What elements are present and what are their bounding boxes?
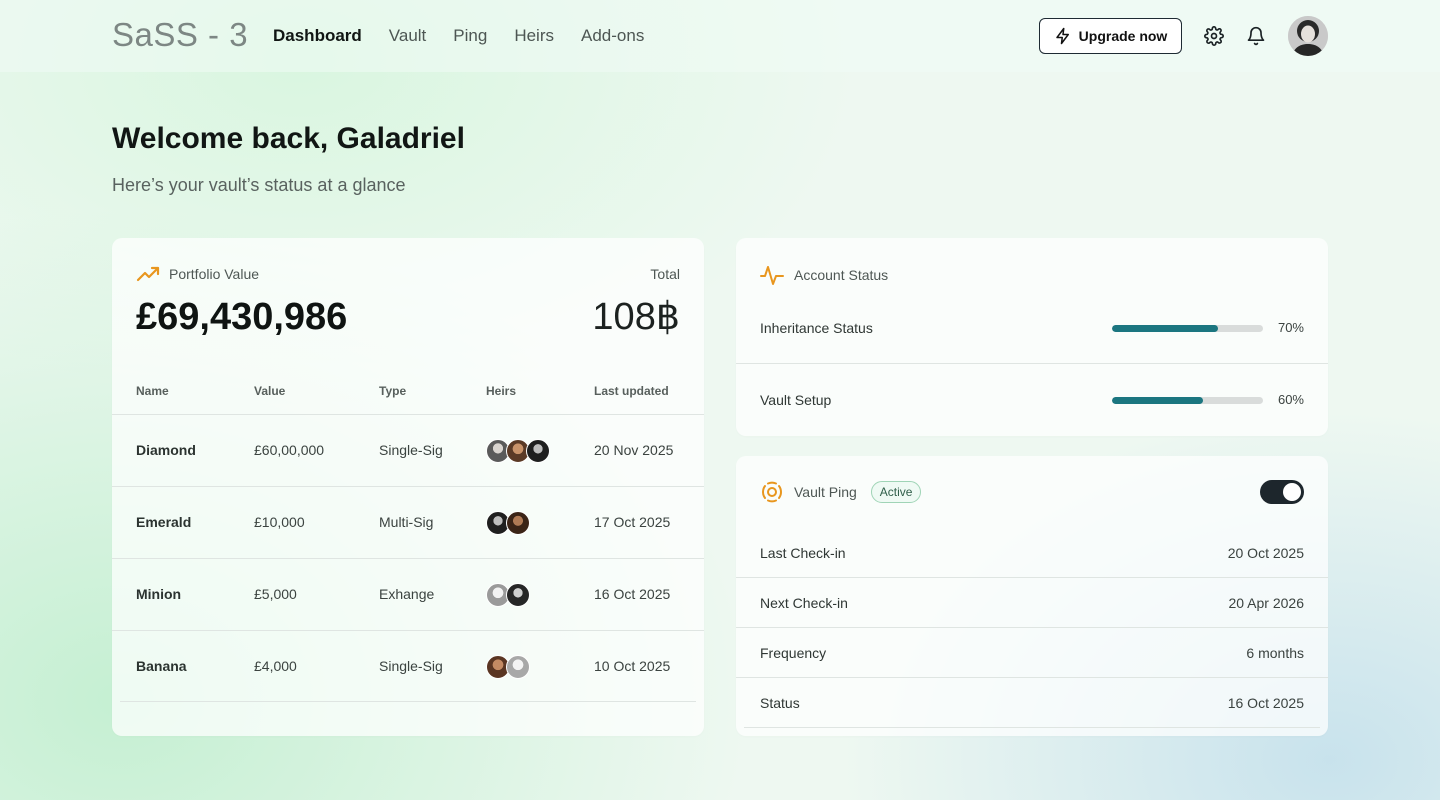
column-header-heirs[interactable]: Heirs [486, 384, 516, 398]
table-header: Name Value Type Heirs Last updated [112, 376, 704, 414]
row-type: Single-Sig [379, 442, 443, 458]
nav-item-ping[interactable]: Ping [453, 26, 487, 46]
vault-setup-percent: 60% [1277, 392, 1304, 407]
upgrade-now-button[interactable]: Upgrade now [1039, 18, 1182, 54]
row-last-updated: 17 Oct 2025 [594, 514, 671, 530]
table-bottom-divider [120, 701, 696, 702]
row-type: Multi-Sig [379, 514, 434, 530]
upgrade-now-label: Upgrade now [1078, 28, 1168, 44]
nav-item-vault[interactable]: Vault [389, 26, 427, 46]
row-value: £5,000 [254, 586, 297, 602]
app-logo[interactable]: SaSS - 3 [112, 16, 248, 54]
row-name: Diamond [136, 442, 196, 458]
inheritance-status-progress [1112, 325, 1263, 332]
user-avatar[interactable] [1288, 16, 1328, 56]
ping-row-key: Status [760, 695, 800, 711]
vault-ping-toggle[interactable] [1260, 480, 1304, 504]
ping-row-key: Frequency [760, 645, 827, 661]
inheritance-status-progress-fill [1112, 325, 1218, 332]
inheritance-status-label: Inheritance Status [760, 320, 873, 336]
notifications-button[interactable] [1244, 24, 1268, 48]
ping-row-status: Status 16 Oct 2025 [736, 678, 1328, 728]
ping-row-next-check-in: Next Check-in 20 Apr 2026 [736, 578, 1328, 628]
inheritance-status-percent: 70% [1277, 320, 1304, 335]
page-title: Welcome back, Galadriel [112, 122, 465, 155]
table-row[interactable]: Emerald £10,000 Multi-Sig 17 Oct 2025 [112, 486, 704, 558]
portfolio-value-amount: £69,430,986 [136, 296, 348, 338]
row-value: £10,000 [254, 514, 305, 530]
ping-row-key: Last Check-in [760, 545, 846, 561]
row-name: Banana [136, 658, 187, 674]
ping-row-last-check-in: Last Check-in 20 Oct 2025 [736, 528, 1328, 578]
portfolio-card: Portfolio Value £69,430,986 Total 108฿ N… [112, 238, 704, 736]
user-avatar-image [1288, 16, 1328, 56]
ping-row-key: Next Check-in [760, 595, 848, 611]
heir-avatar [506, 583, 530, 607]
lightning-icon [1055, 27, 1069, 45]
total-value: 108฿ [592, 296, 680, 338]
account-status-label: Account Status [794, 267, 889, 283]
heir-avatar [506, 655, 530, 679]
heir-avatar [506, 511, 530, 535]
main-nav: Dashboard Vault Ping Heirs Add-ons [273, 26, 644, 46]
column-header-last-updated[interactable]: Last updated [594, 384, 669, 398]
row-last-updated: 20 Nov 2025 [594, 442, 674, 458]
divider [736, 363, 1328, 364]
vault-ping-header: Vault Ping Active [760, 480, 922, 504]
ping-row-value: 16 Oct 2025 [1227, 695, 1304, 711]
account-status-header: Account Status [760, 264, 888, 286]
nav-item-heirs[interactable]: Heirs [514, 26, 554, 46]
vault-ping-card: Vault Ping Active Last Check-in 20 Oct 2… [736, 456, 1328, 736]
portfolio-value-label: Portfolio Value [169, 266, 260, 282]
column-header-value[interactable]: Value [254, 384, 285, 398]
vault-setup-progress [1112, 397, 1263, 404]
vault-ping-label: Vault Ping [794, 484, 857, 500]
row-last-updated: 16 Oct 2025 [594, 586, 671, 602]
nav-item-add-ons[interactable]: Add-ons [581, 26, 644, 46]
heirs-avatars[interactable] [486, 439, 550, 463]
row-name: Minion [136, 586, 182, 602]
row-last-updated: 10 Oct 2025 [594, 658, 671, 674]
vault-setup-progress-fill [1112, 397, 1203, 404]
holdings-table: Name Value Type Heirs Last updated Diamo… [112, 376, 704, 702]
portfolio-value-header: Portfolio Value [136, 266, 259, 282]
ping-row-value: 20 Oct 2025 [1227, 545, 1304, 561]
trending-up-icon [136, 266, 160, 282]
heirs-avatars[interactable] [486, 583, 530, 607]
table-row[interactable]: Minion £5,000 Exhange 16 Oct 2025 [112, 558, 704, 630]
vault-setup-label: Vault Setup [760, 392, 832, 408]
page-subtitle: Here’s your vault’s status at a glance [112, 175, 406, 195]
heir-avatar [526, 439, 550, 463]
total-label: Total [650, 266, 680, 282]
row-type: Exhange [379, 586, 435, 602]
gear-icon [1204, 26, 1224, 46]
toggle-knob [1283, 483, 1301, 501]
top-navigation-bar: SaSS - 3 Dashboard Vault Ping Heirs Add-… [0, 0, 1440, 72]
row-value: £4,000 [254, 658, 297, 674]
column-header-type[interactable]: Type [379, 384, 406, 398]
row-name: Emerald [136, 514, 192, 530]
ping-row-frequency: Frequency 6 months [736, 628, 1328, 678]
ping-row-value: 20 Apr 2026 [1228, 595, 1304, 611]
column-header-name[interactable]: Name [136, 384, 169, 398]
row-value: £60,00,000 [254, 442, 325, 458]
settings-button[interactable] [1202, 24, 1226, 48]
table-row[interactable]: Diamond £60,00,000 Single-Sig 20 Nov 202… [112, 414, 704, 486]
heirs-avatars[interactable] [486, 655, 530, 679]
ping-signal-icon [762, 481, 782, 503]
table-row[interactable]: Banana £4,000 Single-Sig 10 Oct 2025 [112, 630, 704, 702]
divider [744, 727, 1320, 728]
row-type: Single-Sig [379, 658, 443, 674]
heirs-avatars[interactable] [486, 511, 530, 535]
bell-icon [1247, 26, 1265, 46]
ping-row-value: 6 months [1246, 645, 1304, 661]
status-badge: Active [870, 481, 922, 503]
account-status-card: Account Status Inheritance Status 70% Va… [736, 238, 1328, 436]
nav-item-dashboard[interactable]: Dashboard [273, 26, 362, 46]
activity-icon [760, 266, 784, 285]
